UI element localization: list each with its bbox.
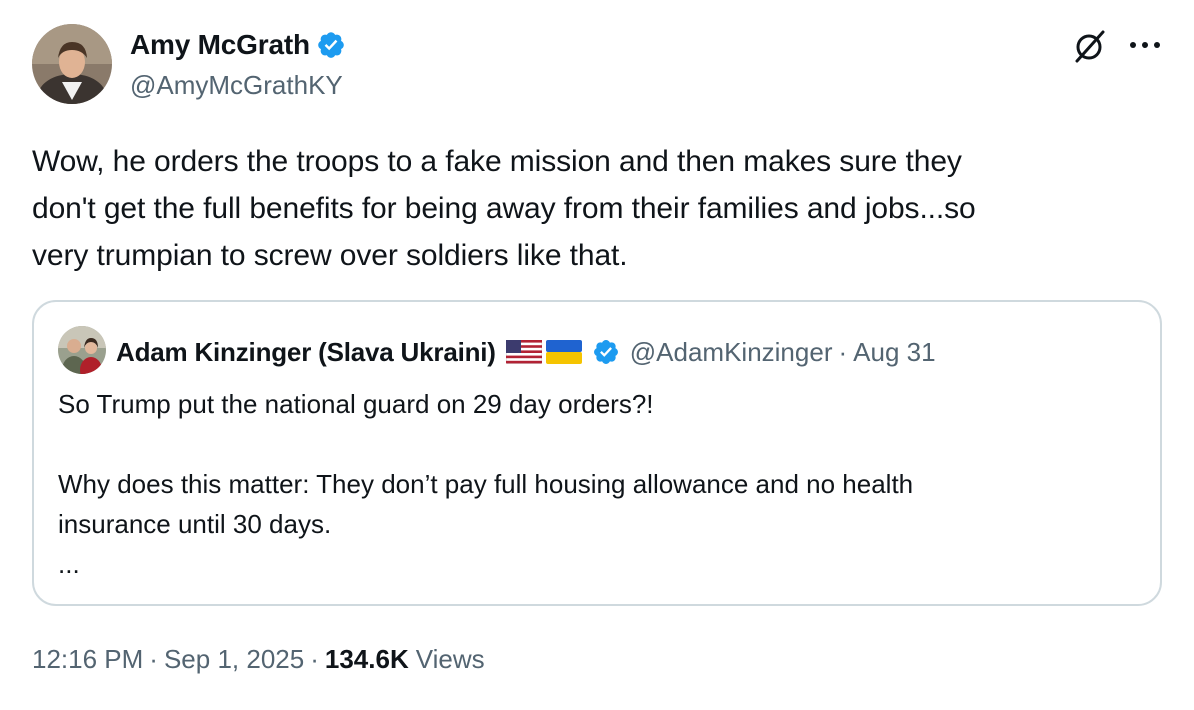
tweet-time[interactable]: 12:16 PM [32, 644, 143, 675]
author-name[interactable]: Amy McGrath [130, 29, 310, 61]
author-handle[interactable]: @AmyMcGrathKY [130, 70, 343, 101]
quoted-tweet-header: Adam Kinzinger (Slava Ukraini) @AdamKinz… [116, 333, 936, 371]
views-label: Views [415, 644, 485, 674]
quoted-author-avatar[interactable] [58, 326, 106, 374]
tweet-text-line: Wow, he orders the troops to a fake miss… [32, 145, 962, 178]
quoted-text-line: ... [58, 549, 80, 579]
verified-badge-icon [318, 32, 344, 58]
tweet-text-line: don't get the full benefits for being aw… [32, 192, 976, 225]
views-count[interactable]: 134.6K [325, 644, 409, 675]
quoted-text-line: So Trump put the national guard on 29 da… [58, 389, 654, 419]
grok-icon[interactable] [1072, 28, 1108, 64]
quoted-author-name[interactable]: Adam Kinzinger (Slava Ukraini) [116, 337, 496, 368]
quoted-author-handle[interactable]: @AdamKinzinger [630, 337, 833, 368]
quoted-text-line: Why does this matter: They don’t pay ful… [58, 469, 914, 499]
separator-dot: · [838, 336, 848, 367]
quoted-text-line: insurance until 30 days. [58, 509, 332, 539]
tweet-meta: 12:16 PM · Sep 1, 2025 · 134.6K Views [32, 644, 485, 675]
quoted-tweet-text: So Trump put the national guard on 29 da… [58, 384, 1138, 584]
separator-dot: · [310, 644, 319, 674]
quoted-text-line [58, 424, 1138, 464]
us-flag-icon [505, 340, 542, 364]
separator-dot: · [149, 644, 158, 674]
quoted-tweet-date[interactable]: Aug 31 [853, 337, 935, 368]
tweet-text-line: very trumpian to screw over soldiers lik… [32, 239, 628, 272]
verified-badge-icon [593, 340, 618, 364]
tweet-date[interactable]: Sep 1, 2025 [164, 644, 304, 675]
author-avatar[interactable] [32, 24, 112, 104]
more-options-icon[interactable] [1128, 38, 1162, 52]
ukraine-flag-icon [545, 340, 582, 364]
tweet-text: Wow, he orders the troops to a fake miss… [32, 138, 1162, 279]
author-name-row: Amy McGrath [130, 27, 346, 63]
